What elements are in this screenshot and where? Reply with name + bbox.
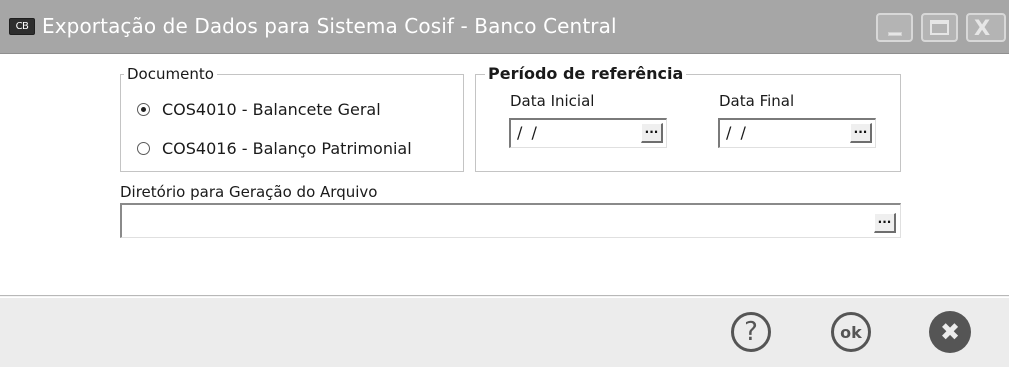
data-inicial-value[interactable]: / / <box>517 123 539 142</box>
documento-group: Documento COS4010 - Balancete Geral COS4… <box>120 65 464 172</box>
data-final-picker-button[interactable]: ... <box>850 123 872 143</box>
radio-button-cos4016[interactable] <box>137 141 150 155</box>
app-icon: CB <box>9 18 35 35</box>
maximize-button[interactable] <box>921 13 958 42</box>
close-button[interactable]: X <box>966 13 1006 42</box>
close-icon: X <box>974 16 991 40</box>
question-icon: ? <box>744 317 758 347</box>
data-inicial-picker-button[interactable]: ... <box>641 123 663 143</box>
radio-option-cos4016[interactable]: COS4016 - Balanço Patrimonial <box>137 138 412 158</box>
cancel-icon: ✖ <box>939 318 961 346</box>
data-final-field[interactable]: / / ... <box>718 118 876 148</box>
minimize-icon <box>888 32 902 36</box>
ok-icon: ok <box>840 322 862 342</box>
radio-label-cos4010[interactable]: COS4010 - Balancete Geral <box>162 100 381 119</box>
footer-bar: ? ok ✖ <box>0 298 1009 367</box>
title-bar[interactable]: CB Exportação de Dados para Sistema Cosi… <box>0 0 1009 54</box>
diretorio-browse-button[interactable]: ... <box>874 213 896 233</box>
diretorio-label: Diretório para Geração do Arquivo <box>120 183 378 201</box>
cancel-button[interactable]: ✖ <box>929 311 971 353</box>
help-button[interactable]: ? <box>731 312 771 352</box>
export-cosif-window: CB Exportação de Dados para Sistema Cosi… <box>0 0 1009 367</box>
data-final-value[interactable]: / / <box>726 123 748 142</box>
footer-separator <box>0 295 1009 297</box>
data-inicial-label: Data Inicial <box>510 92 595 110</box>
maximize-icon <box>930 20 949 35</box>
data-inicial-field[interactable]: / / ... <box>509 118 667 148</box>
window-title: Exportação de Dados para Sistema Cosif -… <box>42 14 617 38</box>
radio-button-cos4010[interactable] <box>137 102 150 116</box>
diretorio-field[interactable]: ... <box>120 203 901 238</box>
minimize-button[interactable] <box>876 13 913 42</box>
documento-legend: Documento <box>124 65 217 83</box>
radio-label-cos4016[interactable]: COS4016 - Balanço Patrimonial <box>162 139 412 158</box>
radio-option-cos4010[interactable]: COS4010 - Balancete Geral <box>137 99 381 119</box>
data-final-label: Data Final <box>719 92 795 110</box>
periodo-legend: Período de referência <box>485 64 687 83</box>
ok-button[interactable]: ok <box>831 312 871 352</box>
